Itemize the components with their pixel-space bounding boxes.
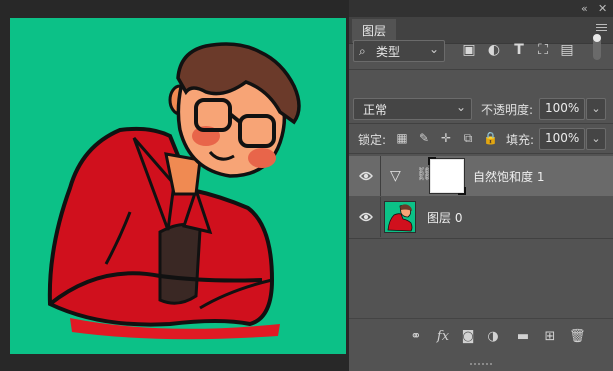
resize-grip-icon[interactable] [470,362,492,366]
divider [349,123,613,124]
trash-icon[interactable]: 🗑 [569,329,586,345]
search-icon: ⌕ [359,44,366,58]
fill-value: 100% [545,131,580,145]
visibility-eye-icon[interactable] [359,170,373,182]
filter-toggle-switch[interactable] [593,34,601,60]
opacity-label: 不透明度: [481,103,534,117]
new-layer-icon[interactable]: ⊞ [542,329,558,345]
adjustment-filter-icon[interactable]: ◐ [486,42,502,58]
filter-kind-select[interactable]: ⌕ 类型 ⌄ [353,40,445,62]
lock-all-icon[interactable]: 🔒 [483,131,498,145]
lock-image-pixels-icon[interactable]: ✎ [417,131,431,145]
adjustment-icon[interactable]: ◑ [485,329,501,345]
divider [380,156,381,196]
smart-object-filter-icon[interactable]: ▤ [559,42,575,58]
artwork-canvas[interactable] [10,18,346,354]
folder-icon[interactable]: ▬ [515,329,531,345]
chevron-down-icon: ⌄ [428,42,439,56]
opacity-value: 100% [545,101,580,115]
fx-icon[interactable]: fx [435,329,451,345]
lock-position-icon[interactable]: ✛ [439,131,453,145]
layer-thumbnail[interactable] [384,201,416,233]
fill-dropdown-button[interactable]: ⌄ [586,128,606,150]
opacity-input[interactable]: 100% [539,98,585,120]
layer-mask-thumbnail[interactable] [428,157,466,195]
close-panel-icon[interactable]: ✕ [598,2,607,15]
mask-icon[interactable]: ◙ [460,329,476,345]
blend-mode-select[interactable]: 正常 ⌄ [353,98,472,120]
filter-kind-value: 类型 [376,45,401,59]
layer-name[interactable]: 自然饱和度 1 [473,168,544,185]
chevron-down-icon: ⌄ [455,100,466,114]
layer-row-layer0[interactable]: 图层 0 [349,197,613,237]
layers-panel: 图层 ⌕ 类型 ⌄ ▣ ◐ T ⛶ ▤ 正常 ⌄ 不透明度: 100% ⌄ 锁定… [349,17,613,371]
vibrance-adjustment-icon: ▽ [390,168,401,184]
layer-name[interactable]: 图层 0 [427,209,462,226]
type-filter-icon[interactable]: T [511,42,527,58]
fill-label: 填充: [506,133,535,147]
fill-input[interactable]: 100% [539,128,585,150]
collapse-panels-icon[interactable]: « [581,2,588,15]
prevent-autonest-icon[interactable]: ⧉ [461,131,475,145]
lock-label: 锁定: [358,133,387,147]
layers-bottom-toolbar: ⚭ fx ◙ ◑ ▬ ⊞ 🗑 [349,318,613,355]
shape-filter-icon[interactable]: ⛶ [535,42,551,58]
lock-transparent-pixels-icon[interactable]: ▦ [395,131,409,145]
canvas-area[interactable] [0,0,349,371]
link-icon[interactable]: ⚭ [408,329,424,345]
image-filter-icon[interactable]: ▣ [461,42,477,58]
layer-row-vibrance[interactable]: ▽ ⛓ 自然饱和度 1 [349,156,613,196]
panel-top-strip: « ✕ [349,0,613,17]
divider [380,197,381,237]
opacity-dropdown-button[interactable]: ⌄ [586,98,606,120]
blend-mode-value: 正常 [363,103,388,117]
divider [349,238,613,239]
divider [349,69,613,70]
visibility-eye-icon[interactable] [359,211,373,223]
divider [349,153,613,154]
